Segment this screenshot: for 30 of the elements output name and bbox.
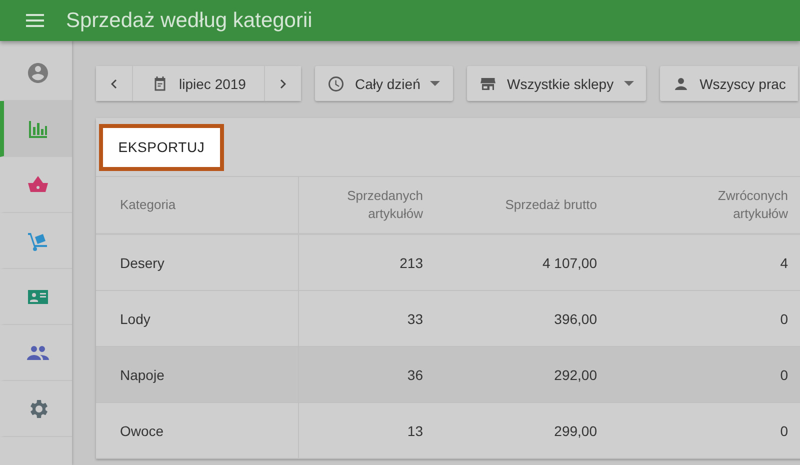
store-dropdown[interactable]: Wszystkie sklepy <box>467 66 646 101</box>
table-cell: 292,00 <box>451 346 625 402</box>
caret-icon <box>430 81 440 86</box>
table-cell: Napoje <box>96 346 298 402</box>
export-button[interactable]: EKSPORTUJ <box>99 124 224 170</box>
menu-icon[interactable] <box>26 14 44 27</box>
clock-icon <box>327 74 345 92</box>
table-cell: Desery <box>96 234 298 290</box>
page-title: Sprzedaż według kategorii <box>66 8 312 32</box>
chevron-right-icon <box>280 78 286 88</box>
table-cell: 0 <box>625 402 800 458</box>
time-dropdown[interactable]: Cały dzień <box>315 66 453 101</box>
table-cell: 4 107,00 <box>451 234 625 290</box>
table-cell: 0 <box>625 346 800 402</box>
employee-dropdown[interactable]: Wszyscy prac <box>660 66 798 101</box>
table-cell: 4 <box>625 234 800 290</box>
table-cell: 13 <box>298 402 451 458</box>
chevron-left-icon <box>111 78 117 88</box>
table-cell: Owoce <box>96 402 298 458</box>
month-picker[interactable]: lipiec 2019 <box>132 66 265 101</box>
account-icon <box>26 60 50 84</box>
column-header: Kategoria <box>96 177 298 234</box>
table-cell: 299,00 <box>451 402 625 458</box>
sidebar-item[interactable] <box>0 101 72 157</box>
column-header: Sprzedaż brutto <box>451 177 625 234</box>
column-header: Zwróconych artykułów <box>625 177 800 234</box>
table-cell: 213 <box>298 234 451 290</box>
table-cell: 36 <box>298 346 451 402</box>
column-header: Sprzedanych artykułów <box>298 177 451 234</box>
caret-icon <box>624 81 634 86</box>
